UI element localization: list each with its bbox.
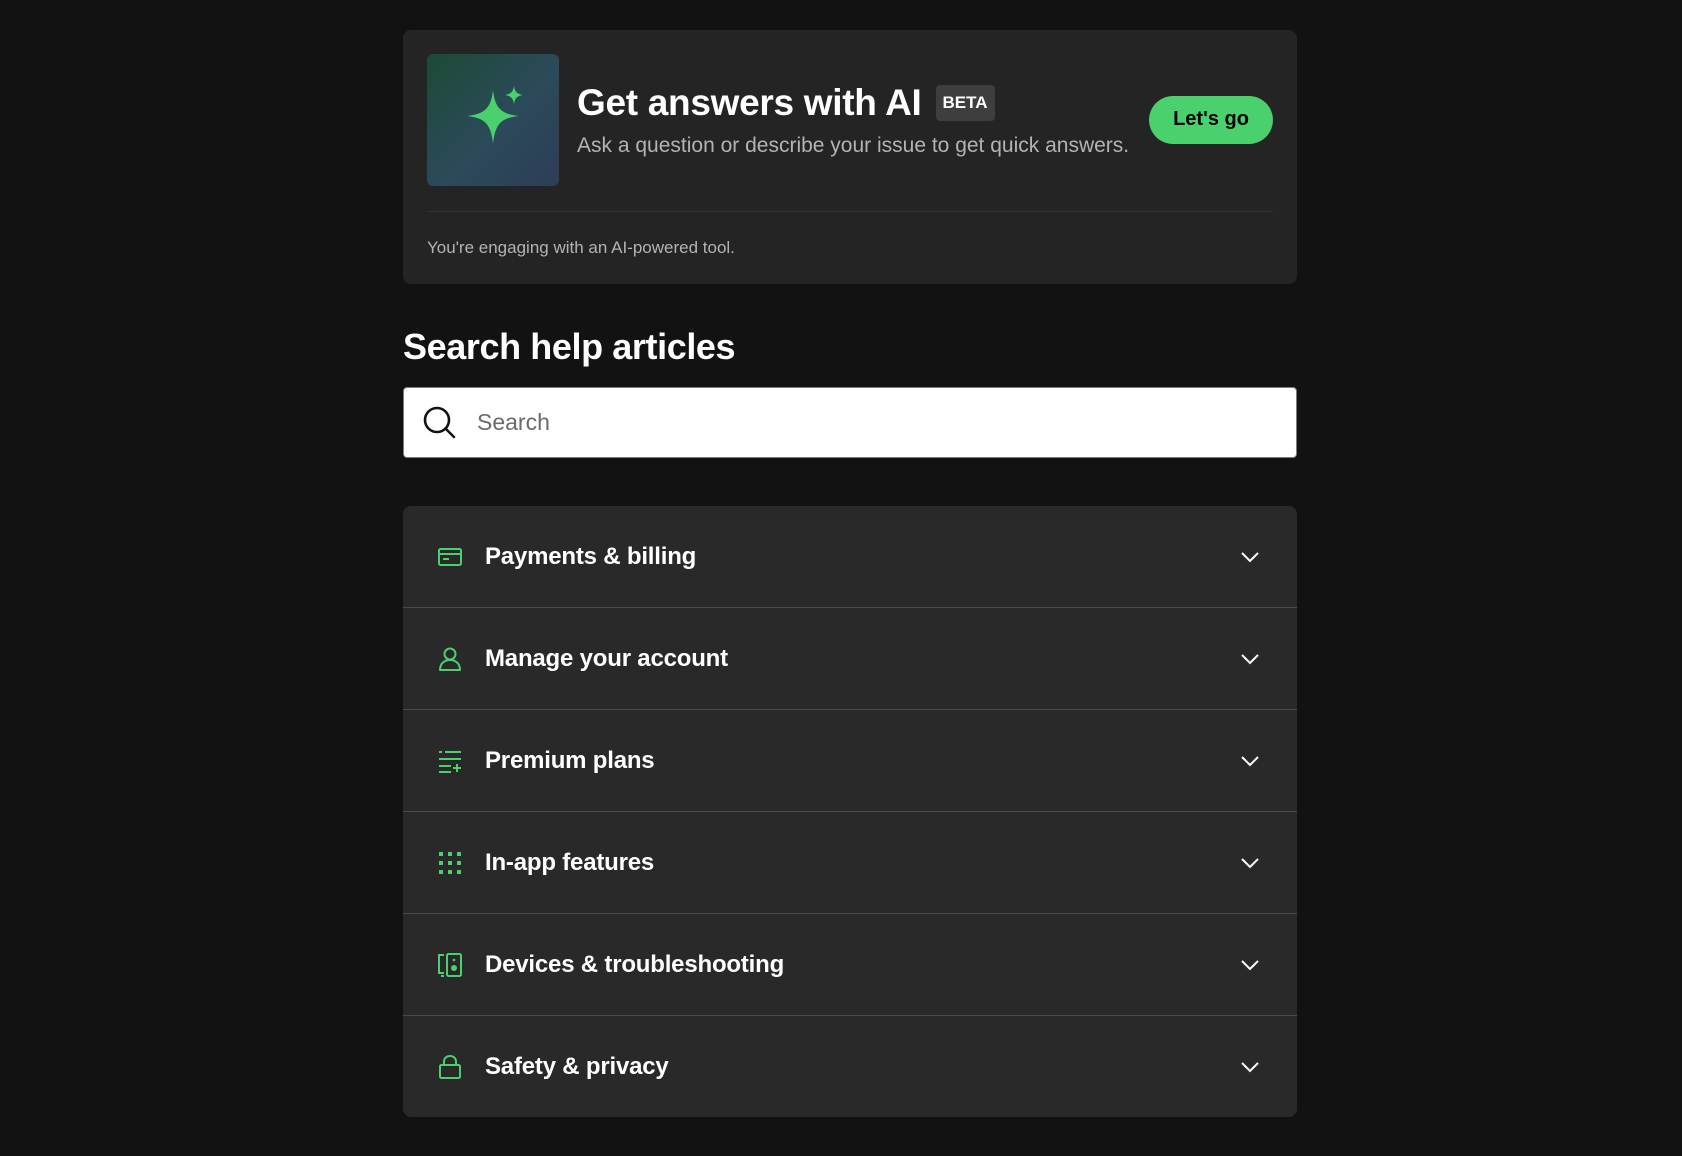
grid-icon bbox=[437, 850, 463, 876]
search-input[interactable] bbox=[475, 408, 1296, 437]
lock-icon bbox=[437, 1054, 463, 1080]
sparkle-icon bbox=[427, 52, 559, 189]
user-icon bbox=[437, 646, 463, 672]
category-label: In-app features bbox=[485, 848, 655, 876]
ai-answers-card: Get answers with AI BETA Ask a question … bbox=[403, 30, 1297, 284]
search-heading: Search help articles bbox=[403, 326, 736, 367]
beta-badge: BETA bbox=[935, 85, 995, 121]
category-label: Premium plans bbox=[485, 746, 655, 774]
category-label: Devices & troubleshooting bbox=[485, 950, 785, 978]
ai-tile bbox=[427, 54, 559, 186]
divider bbox=[427, 211, 1273, 212]
category-devices-troubleshooting[interactable]: Devices & troubleshooting bbox=[403, 914, 1297, 1016]
credit-card-icon bbox=[437, 544, 463, 570]
ai-card-header: Get answers with AI BETA Ask a question … bbox=[427, 54, 1273, 186]
chevron-down-icon[interactable] bbox=[1239, 750, 1261, 772]
category-in-app-features[interactable]: In-app features bbox=[403, 812, 1297, 914]
category-label: Manage your account bbox=[485, 644, 728, 672]
chevron-down-icon[interactable] bbox=[1239, 852, 1261, 874]
sliders-icon bbox=[437, 748, 463, 774]
chevron-down-icon[interactable] bbox=[1239, 546, 1261, 568]
category-label: Payments & billing bbox=[485, 542, 697, 570]
category-manage-account[interactable]: Manage your account bbox=[403, 608, 1297, 710]
help-categories: Payments & billing Manage your account P… bbox=[403, 506, 1297, 1117]
ai-card-subtitle: Ask a question or describe your issue to… bbox=[577, 134, 1130, 157]
chevron-down-icon[interactable] bbox=[1239, 1056, 1261, 1078]
search-box[interactable] bbox=[403, 387, 1297, 458]
ai-card-title: Get answers with AI bbox=[577, 82, 922, 123]
ai-title-row: Get answers with AI BETA bbox=[577, 82, 1149, 124]
chevron-down-icon[interactable] bbox=[1239, 648, 1261, 670]
category-label: Safety & privacy bbox=[485, 1052, 669, 1080]
lets-go-button[interactable]: Let's go bbox=[1149, 95, 1273, 144]
category-premium-plans[interactable]: Premium plans bbox=[403, 710, 1297, 812]
ai-disclaimer: You're engaging with an AI-powered tool. bbox=[427, 238, 735, 257]
devices-icon bbox=[437, 952, 463, 978]
search-icon bbox=[422, 405, 458, 441]
chevron-down-icon[interactable] bbox=[1239, 954, 1261, 976]
category-payments-billing[interactable]: Payments & billing bbox=[403, 506, 1297, 608]
help-page: Get answers with AI BETA Ask a question … bbox=[403, 30, 1297, 1117]
category-safety-privacy[interactable]: Safety & privacy bbox=[403, 1016, 1297, 1117]
ai-card-text: Get answers with AI BETA Ask a question … bbox=[577, 82, 1149, 158]
